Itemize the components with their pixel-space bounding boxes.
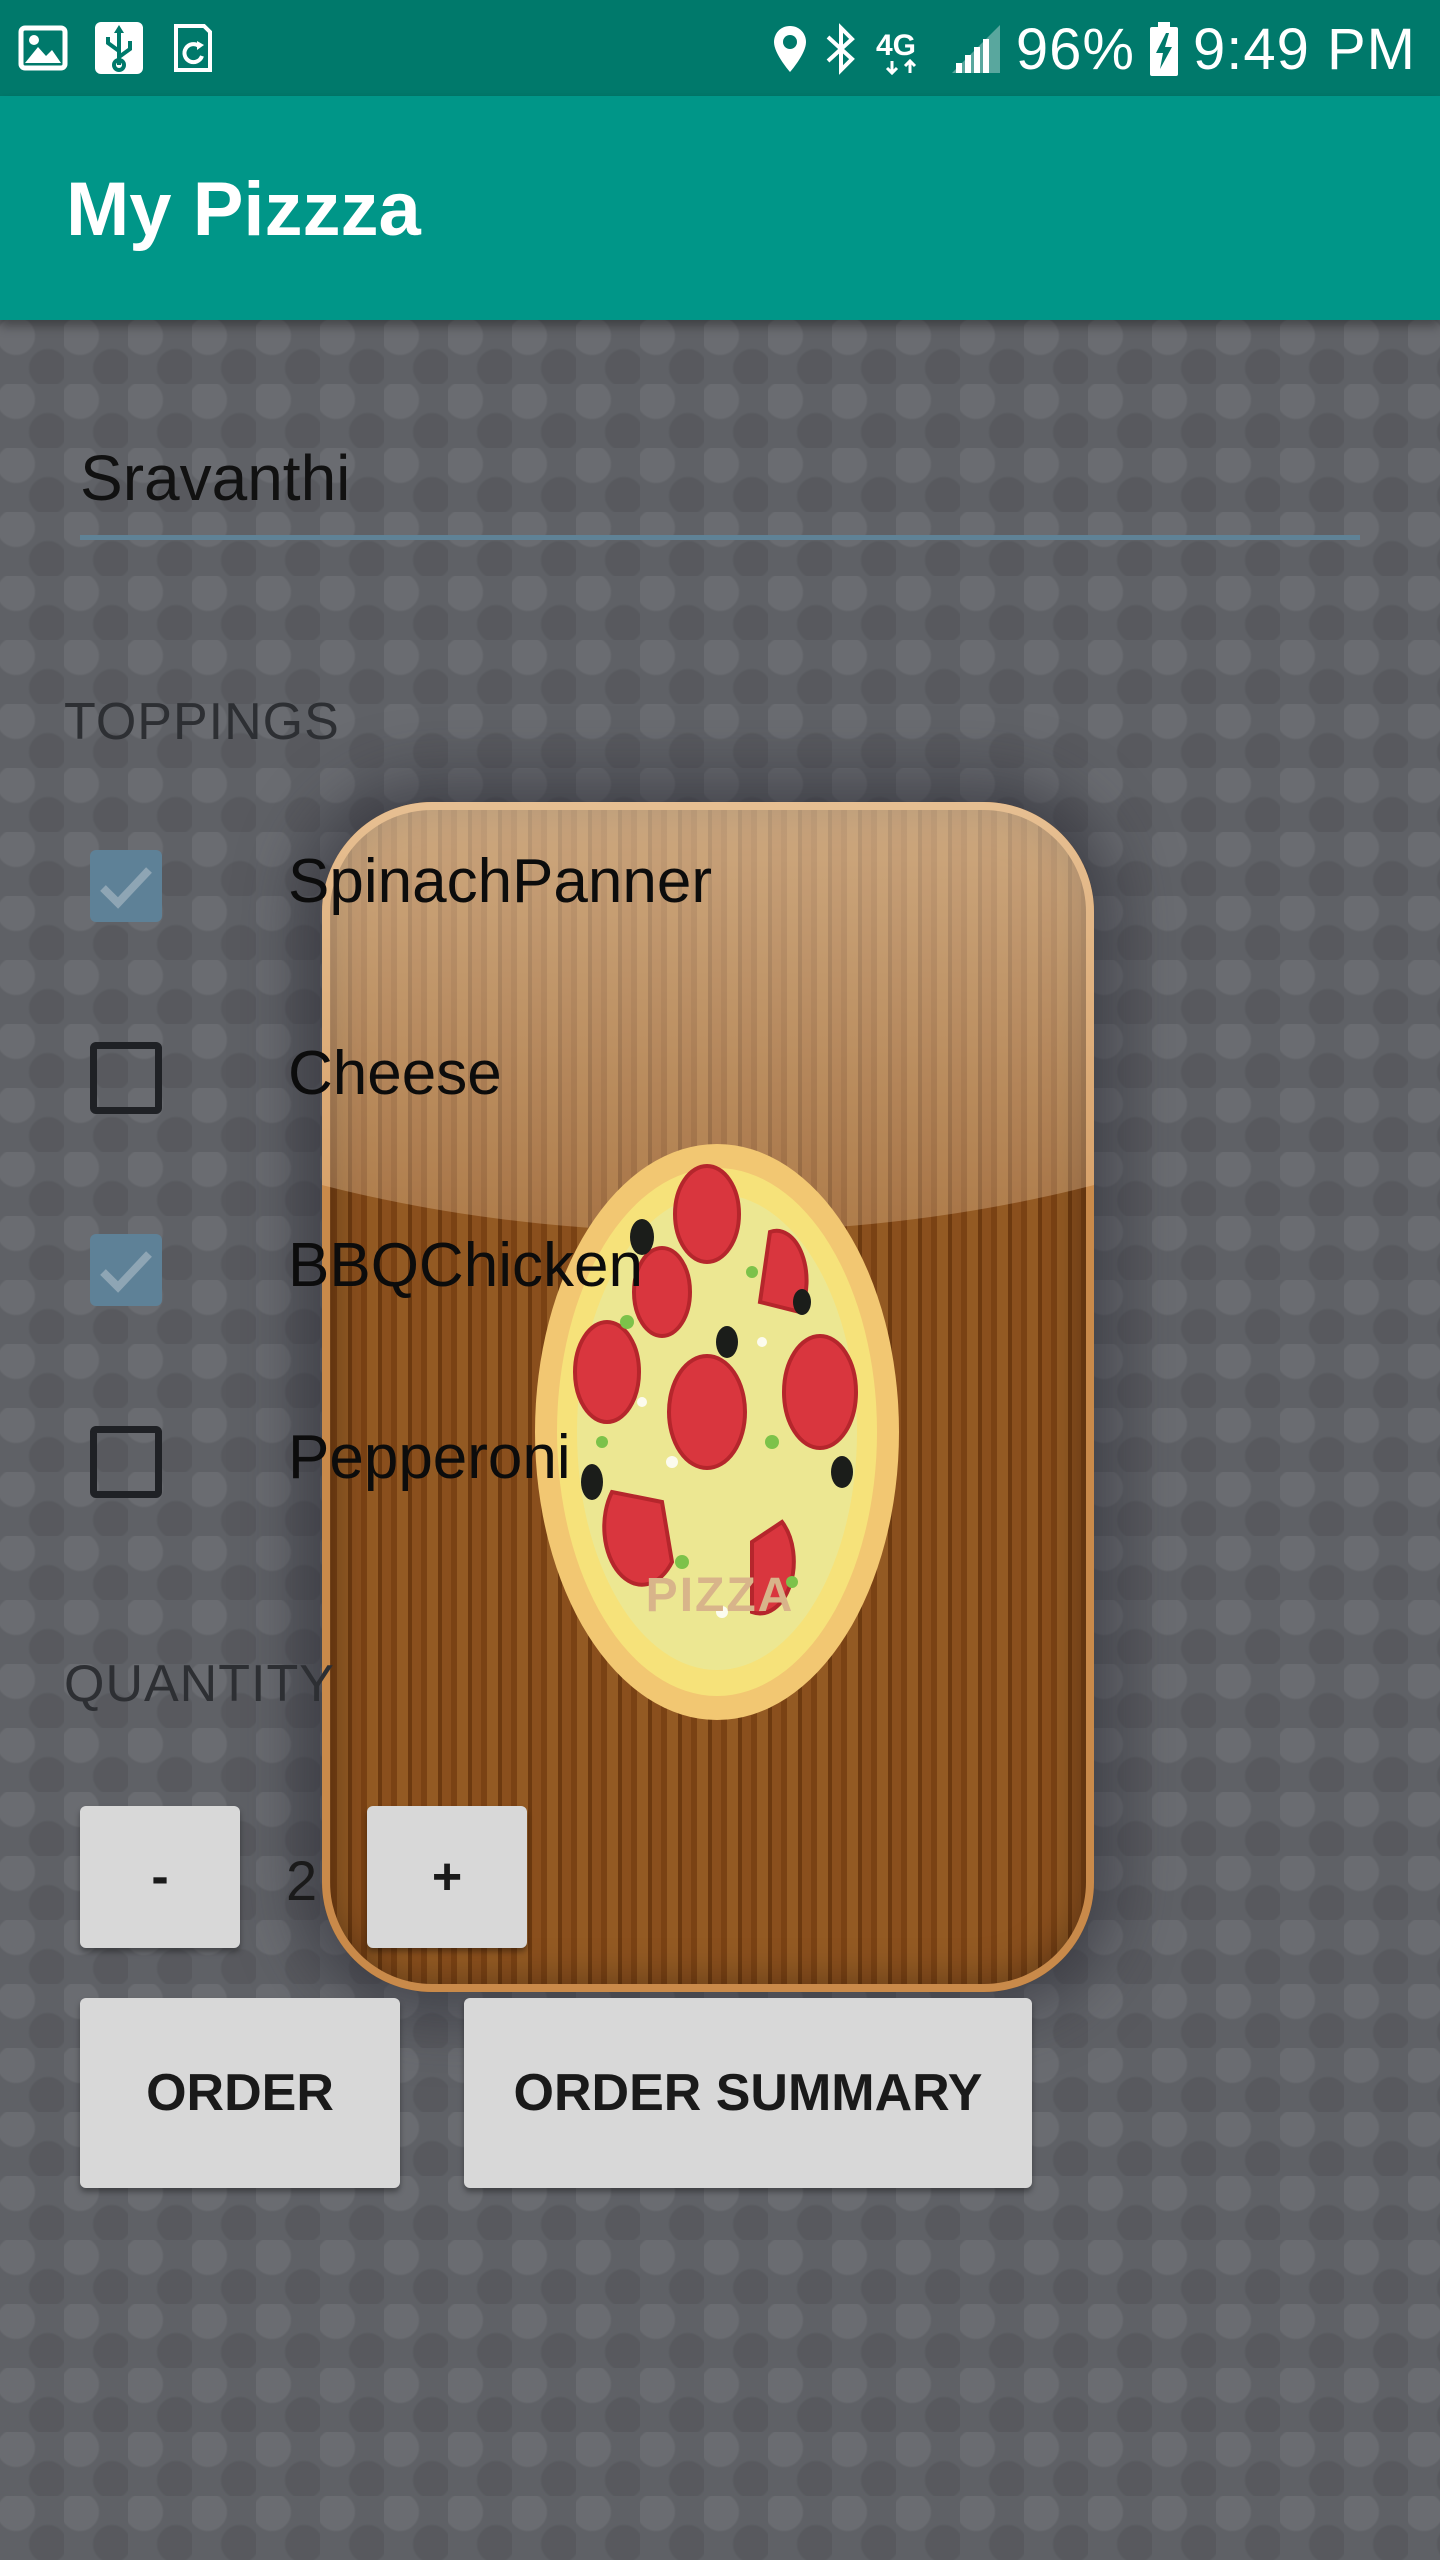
signal-icon — [951, 25, 1000, 73]
location-icon — [773, 26, 806, 72]
app-title: My Pizzza — [66, 167, 421, 252]
status-bar: 4G 96% 9:49 PM — [0, 0, 1440, 96]
status-right-icons: 4G 96% 9:49 PM — [772, 14, 1416, 84]
network-4g-icon: 4G — [876, 29, 916, 75]
topping-row-spinachpanner[interactable]: SpinachPanner — [90, 847, 990, 930]
usb-icon — [95, 22, 143, 74]
status-left-icons — [18, 18, 216, 78]
checkbox-cheese[interactable] — [90, 1042, 162, 1114]
battery-charging-icon — [1150, 22, 1178, 76]
checkbox-checked-bbqchicken[interactable] — [90, 1234, 162, 1306]
status-time: 9:49 PM — [1193, 16, 1416, 82]
topping-label-cheese: Cheese — [288, 1039, 502, 1108]
topping-row-cheese[interactable]: Cheese — [90, 1039, 990, 1122]
checkmark-icon — [100, 867, 152, 909]
order-button[interactable]: ORDER — [80, 1998, 400, 2188]
topping-label-spinachpanner: SpinachPanner — [288, 847, 712, 916]
checkbox-pepperoni[interactable] — [90, 1426, 162, 1498]
image-icon — [18, 25, 68, 71]
topping-label-pepperoni: Pepperoni — [288, 1423, 571, 1492]
decrement-button[interactable]: - — [80, 1806, 240, 1948]
topping-row-pepperoni[interactable]: Pepperoni — [90, 1423, 990, 1506]
checkbox-checked-spinachpanner[interactable] — [90, 850, 162, 922]
increment-button[interactable]: + — [367, 1806, 527, 1948]
name-input[interactable] — [80, 420, 1360, 540]
checkmark-icon — [100, 1251, 152, 1293]
toppings-label: TOPPINGS — [64, 693, 340, 751]
svg-text:4G: 4G — [876, 29, 916, 62]
topping-row-bbqchicken[interactable]: BBQChicken — [90, 1231, 990, 1314]
quantity-value: 2 — [286, 1849, 318, 1912]
bluetooth-icon — [826, 23, 855, 75]
topping-label-bbqchicken: BBQChicken — [288, 1231, 643, 1300]
quantity-label: QUANTITY — [64, 1655, 335, 1713]
sync-icon — [174, 24, 212, 72]
battery-percentage: 96% — [1015, 16, 1135, 82]
app-bar: My Pizzza — [0, 96, 1440, 320]
order-summary-button[interactable]: ORDER SUMMARY — [464, 1998, 1032, 2188]
pizza-box-label: PIZZA — [645, 1569, 795, 1622]
